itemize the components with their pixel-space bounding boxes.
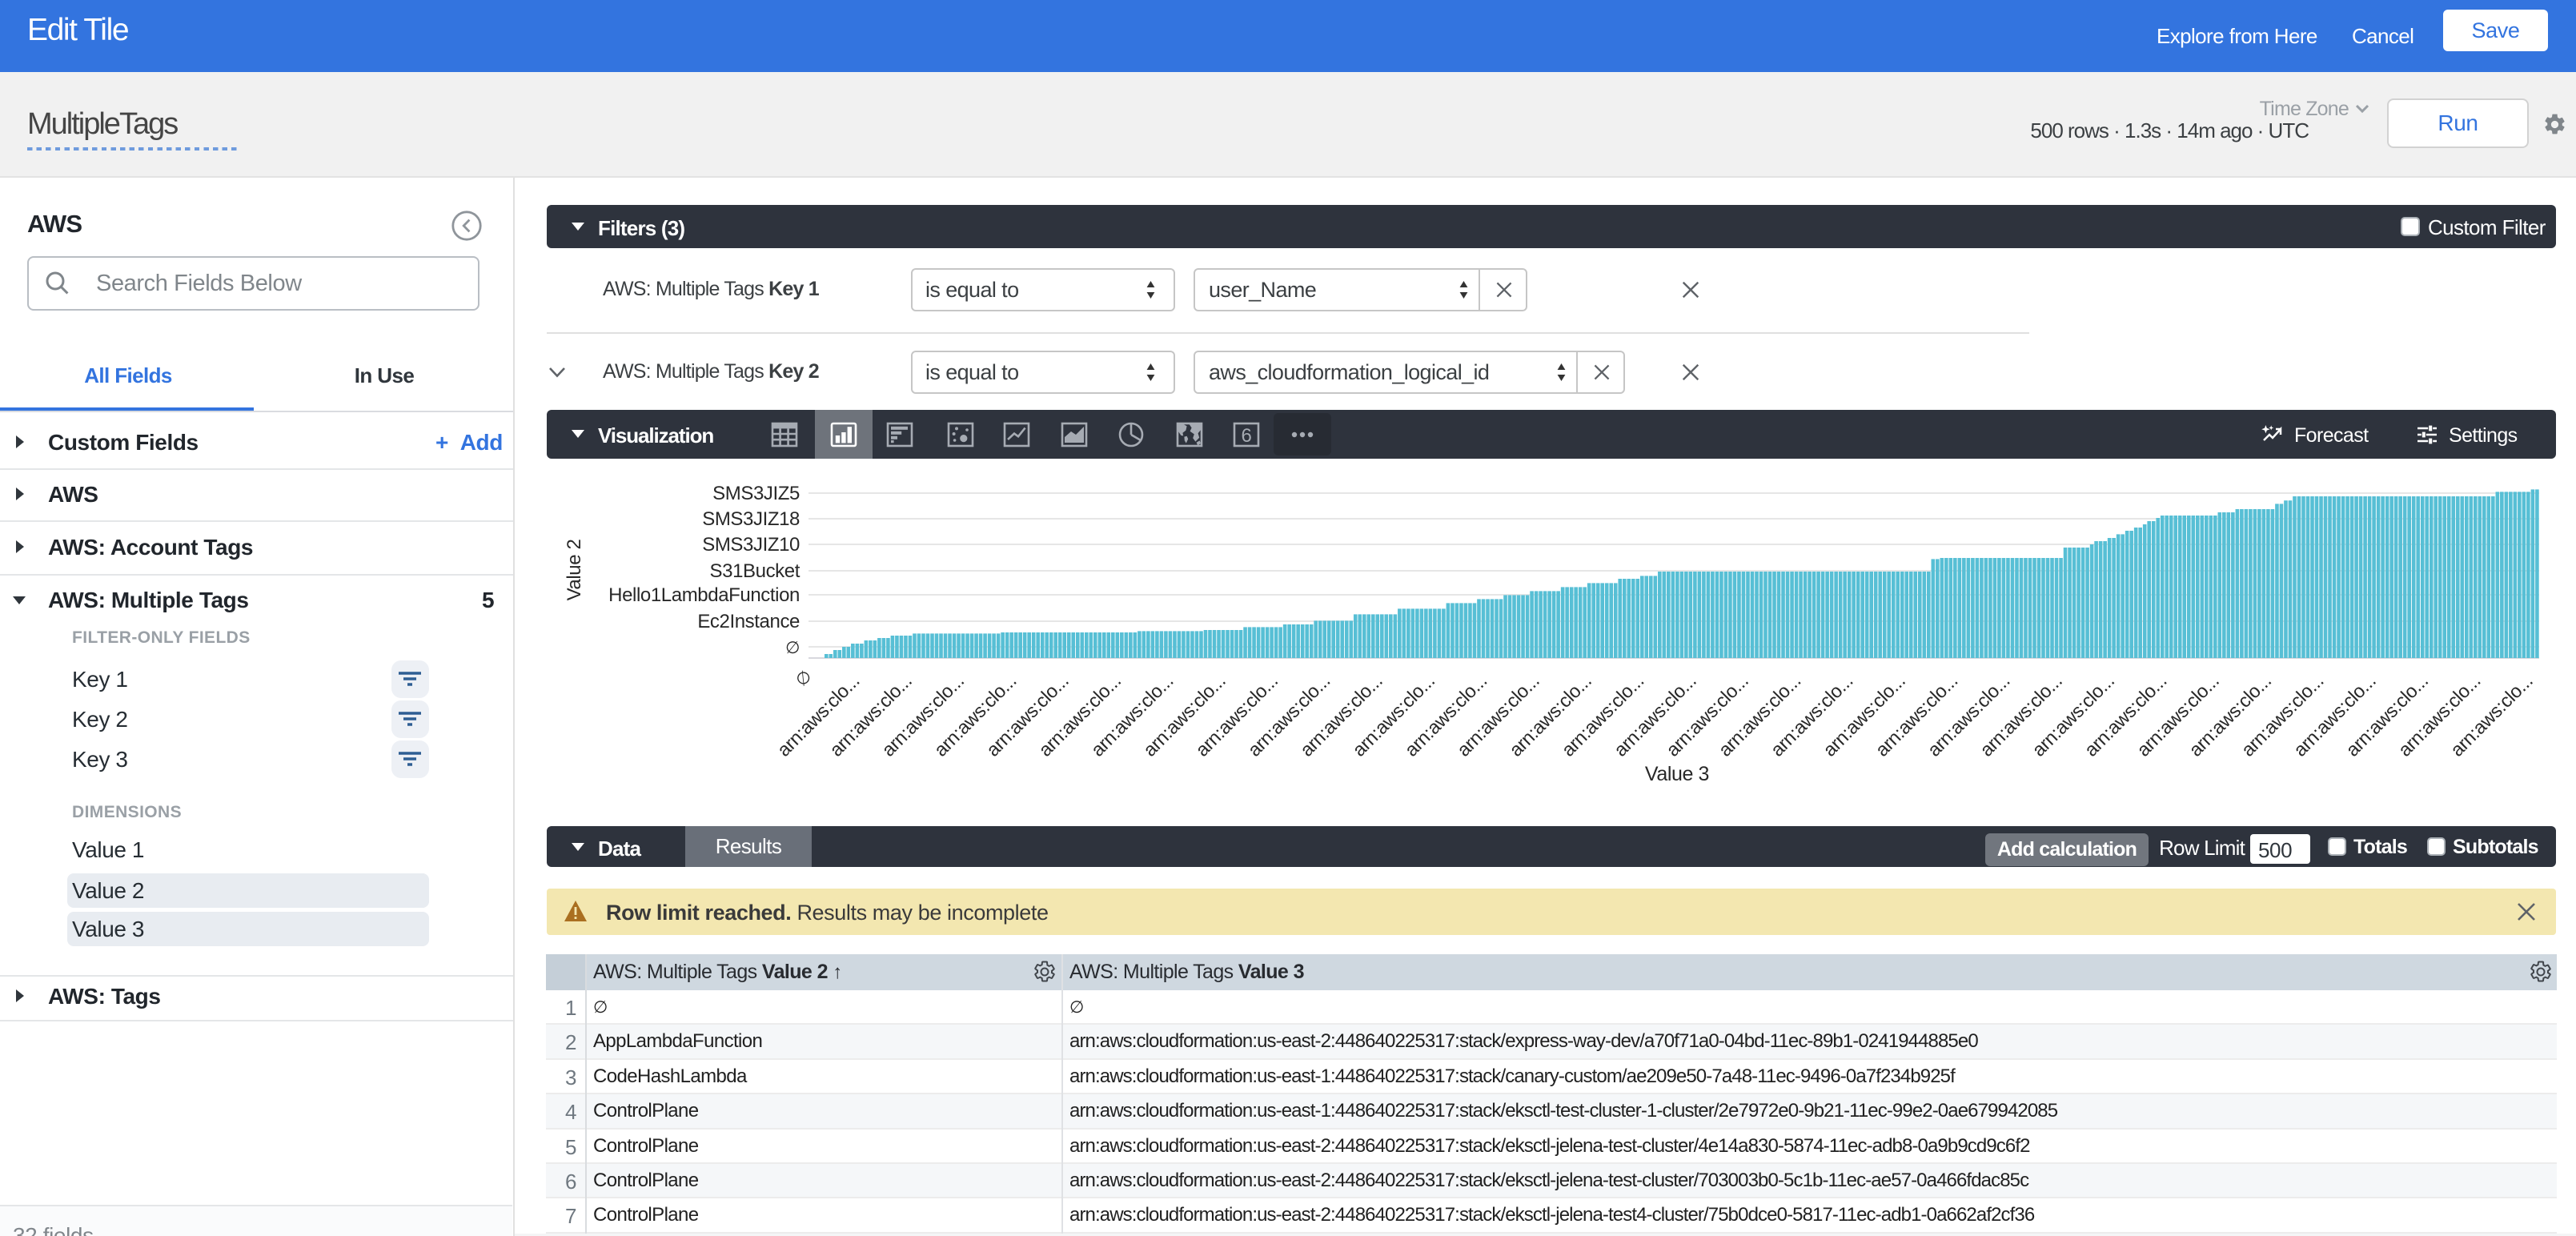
svg-text:S31Bucket: S31Bucket bbox=[710, 560, 800, 582]
svg-text:Ec2Instance: Ec2Instance bbox=[697, 611, 800, 632]
svg-text:SMS3JIZ5: SMS3JIZ5 bbox=[712, 483, 800, 504]
svg-text:Value 2: Value 2 bbox=[564, 540, 585, 601]
svg-text:SMS3JIZ10: SMS3JIZ10 bbox=[702, 534, 800, 556]
svg-text:6: 6 bbox=[1242, 425, 1252, 447]
svg-text:∅: ∅ bbox=[785, 639, 800, 657]
svg-text:∅: ∅ bbox=[792, 667, 816, 690]
svg-text:SMS3JIZ18: SMS3JIZ18 bbox=[702, 508, 800, 530]
svg-text:Hello1LambdaFunction: Hello1LambdaFunction bbox=[608, 584, 800, 606]
svg-text:Value 3: Value 3 bbox=[1645, 763, 1709, 785]
